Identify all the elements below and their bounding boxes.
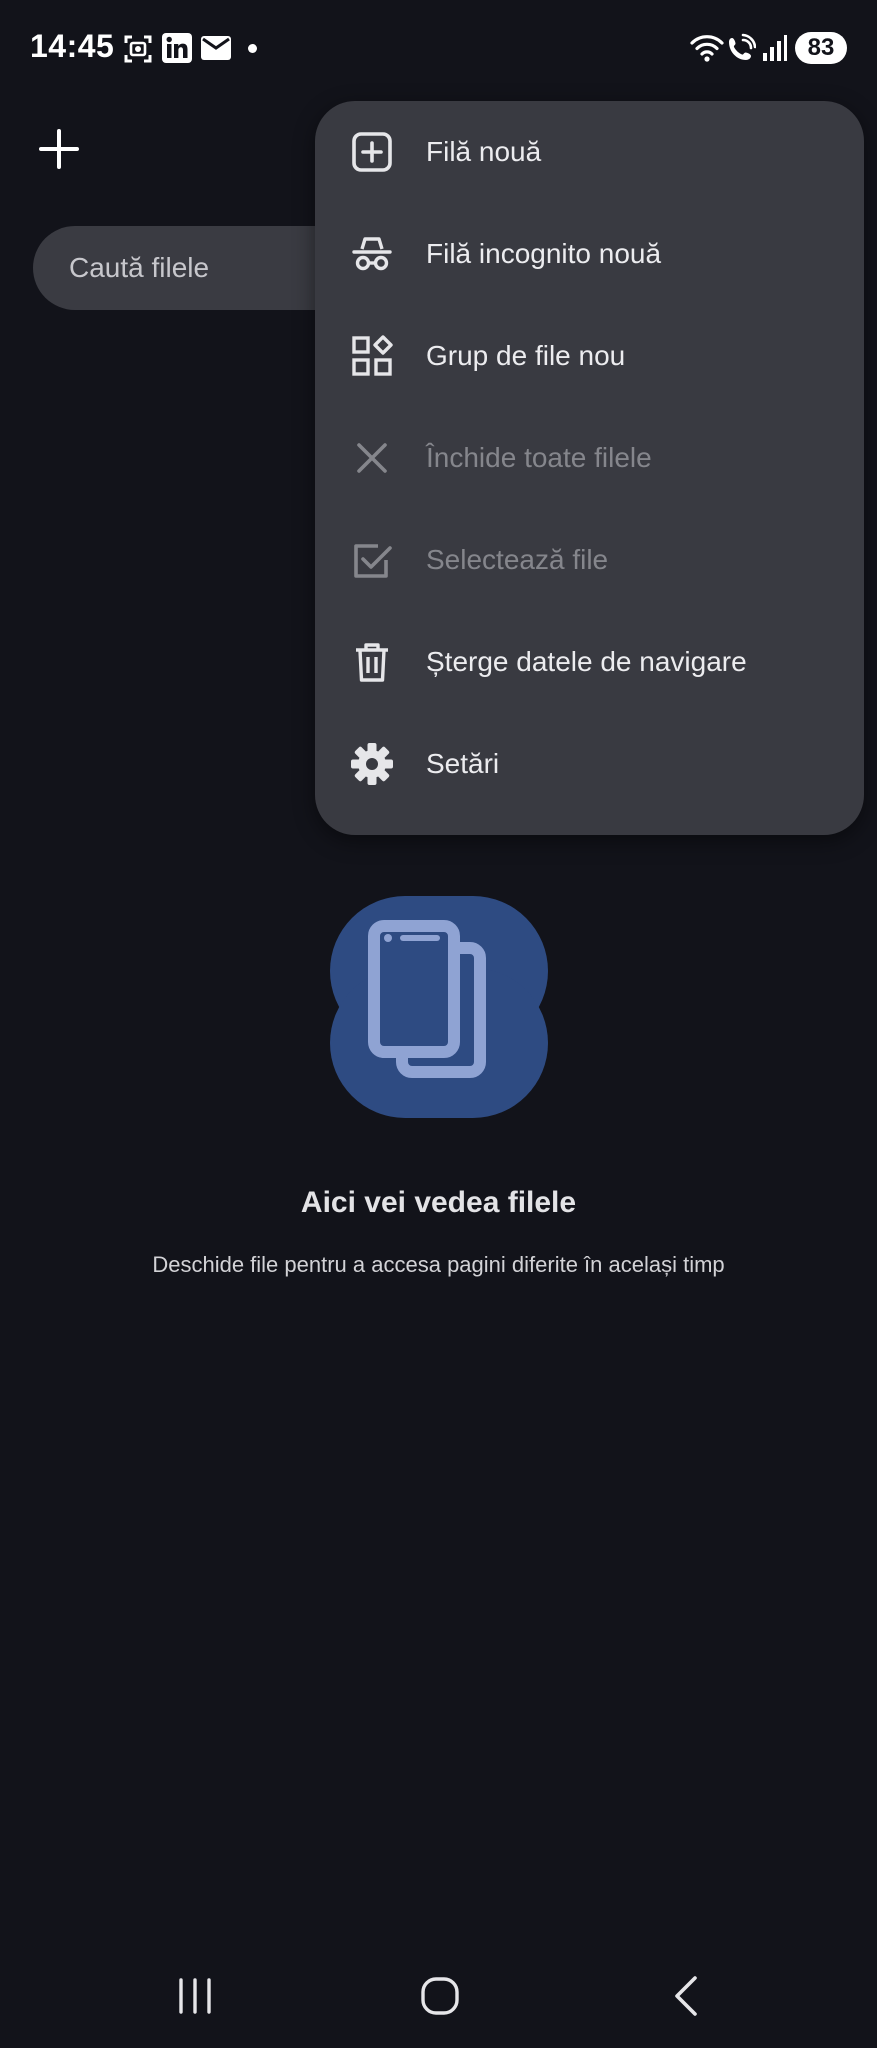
screen: 14:45 83 Caută filele Filă nouă Filă inc… — [0, 0, 877, 2048]
empty-state-title: Aici vei vedea filele — [300, 1186, 577, 1219]
screenshot-icon — [124, 35, 152, 63]
menu-item-label: Filă nouă — [426, 136, 542, 167]
nav-home-button[interactable] — [410, 1966, 470, 2026]
gear-icon — [351, 743, 393, 785]
menu-item-clear-browsing-data[interactable]: Șterge datele de navigare — [315, 611, 864, 713]
status-bar: 14:45 83 — [0, 0, 877, 100]
empty-state-subtitle: Deschide file pentru a accesa pagini dif… — [152, 1252, 725, 1277]
menu-item-label: Închide toate filele — [426, 442, 652, 473]
nav-recents-button[interactable] — [165, 1966, 225, 2026]
battery-level: 83 — [795, 32, 847, 64]
menu-item-new-tab[interactable]: Filă nouă — [315, 101, 864, 203]
signal-icon — [763, 35, 787, 61]
checkbox-icon — [354, 544, 392, 578]
back-icon — [675, 1976, 697, 2016]
menu-item-label: Setări — [426, 748, 500, 779]
search-placeholder: Caută filele — [69, 252, 210, 283]
mail-icon — [201, 36, 231, 60]
menu-item-new-incognito-tab[interactable]: Filă incognito nouă — [315, 203, 864, 305]
notification-dot-icon — [248, 44, 257, 53]
new-tab-icon — [352, 132, 392, 172]
close-icon — [357, 443, 387, 473]
tab-group-icon — [352, 335, 393, 376]
menu-item-new-tab-group[interactable]: Grup de file nou — [315, 305, 864, 407]
menu-item-label: Filă incognito nouă — [426, 238, 662, 269]
plus-icon — [39, 129, 79, 169]
menu-item-close-all-tabs[interactable]: Închide toate filele — [315, 407, 864, 509]
linkedin-icon — [162, 33, 192, 63]
add-tab-button[interactable] — [36, 126, 82, 172]
menu-item-label: Selectează file — [426, 544, 609, 575]
incognito-icon — [352, 237, 392, 271]
status-time: 14:45 — [30, 28, 115, 64]
tabs-illustration-icon — [330, 896, 548, 1118]
wifi-icon — [690, 35, 724, 62]
menu-item-select-tabs[interactable]: Selectează file — [315, 509, 864, 611]
trash-icon — [356, 643, 388, 682]
menu-item-label: Șterge datele de navigare — [426, 646, 747, 677]
nav-back-button[interactable] — [657, 1966, 717, 2026]
recents-icon — [179, 1978, 211, 2014]
menu-item-settings[interactable]: Setări — [315, 713, 864, 815]
overflow-menu: Filă nouă Filă incognito nouă Grup de fi… — [315, 101, 864, 835]
home-icon — [421, 1977, 459, 2015]
menu-item-label: Grup de file nou — [426, 340, 626, 371]
wifi-calling-icon — [729, 33, 756, 60]
